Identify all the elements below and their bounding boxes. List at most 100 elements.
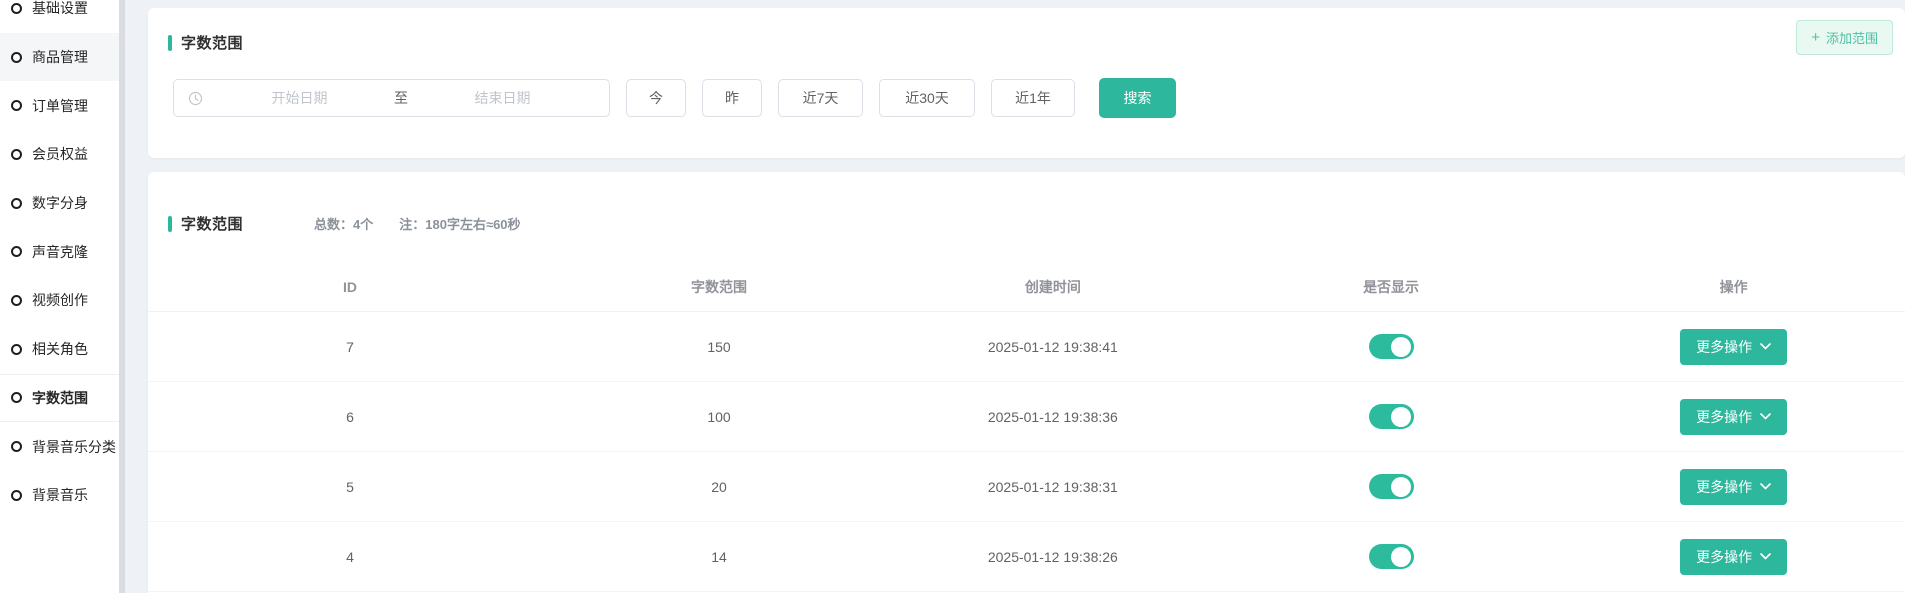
sidebar-item-digital-avatar[interactable]: 数字分身 <box>0 179 125 228</box>
circle-icon <box>11 198 22 209</box>
sidebar-item-basic-settings[interactable]: 基础设置 <box>0 0 125 33</box>
visibility-toggle[interactable] <box>1369 404 1414 429</box>
date-separator: 至 <box>392 88 410 108</box>
cell-created-at: 2025-01-12 19:38:26 <box>886 549 1220 565</box>
toggle-knob <box>1391 477 1411 497</box>
toggle-knob <box>1391 407 1411 427</box>
circle-icon <box>11 344 22 355</box>
sidebar-item-label: 相关角色 <box>32 339 88 359</box>
quick-range-yesterday[interactable]: 昨 <box>702 79 762 117</box>
circle-icon <box>11 295 22 306</box>
cell-id: 7 <box>148 339 552 355</box>
end-date-input[interactable] <box>410 90 595 106</box>
circle-icon <box>11 100 22 111</box>
chevron-down-icon <box>1760 553 1771 560</box>
circle-icon <box>11 441 22 452</box>
title-accent-bar <box>168 35 172 51</box>
sidebar-item-label: 基础设置 <box>32 0 88 18</box>
circle-icon <box>11 392 22 403</box>
sidebar: 基础设置 商品管理 订单管理 会员权益 数字分身 声音克隆 <box>0 0 125 593</box>
list-title: 字数范围 <box>181 213 243 234</box>
filter-card-title: 字数范围 <box>168 32 243 53</box>
sidebar-item-label: 会员权益 <box>32 144 88 164</box>
visibility-toggle[interactable] <box>1369 474 1414 499</box>
list-card-title: 字数范围 总数：4个 注：180字左右≈60秒 <box>168 213 521 234</box>
quick-range-today[interactable]: 今 <box>626 79 686 117</box>
sidebar-item-voice-clone[interactable]: 声音克隆 <box>0 227 125 276</box>
cell-word-range: 150 <box>552 339 886 355</box>
list-summary: 总数：4个 注：180字左右≈60秒 <box>314 214 521 233</box>
column-header-created-at: 创建时间 <box>886 277 1220 297</box>
table-header-row: ID 字数范围 创建时间 是否显示 操作 <box>148 262 1905 312</box>
search-button[interactable]: 搜索 <box>1099 78 1176 118</box>
quick-range-last-7-days[interactable]: 近7天 <box>778 79 863 117</box>
more-actions-label: 更多操作 <box>1696 407 1752 427</box>
page-title: 字数范围 <box>181 32 243 53</box>
column-header-visible: 是否显示 <box>1220 277 1563 297</box>
more-actions-button[interactable]: 更多操作 <box>1680 469 1787 505</box>
add-range-label: 添加范围 <box>1826 28 1878 47</box>
circle-icon <box>11 3 22 14</box>
circle-icon <box>11 149 22 160</box>
filter-card: 字数范围 + 添加范围 至 今 <box>148 8 1905 158</box>
sidebar-item-label: 字数范围 <box>32 388 88 408</box>
cell-word-range: 100 <box>552 409 886 425</box>
sidebar-item-product-management[interactable]: 商品管理 <box>0 33 125 82</box>
sidebar-item-related-roles[interactable]: 相关角色 <box>0 325 125 374</box>
quick-range-last-30-days[interactable]: 近30天 <box>879 79 975 117</box>
start-date-input[interactable] <box>207 90 392 106</box>
more-actions-label: 更多操作 <box>1696 547 1752 567</box>
cell-id: 4 <box>148 549 552 565</box>
add-range-button[interactable]: + 添加范围 <box>1796 20 1893 55</box>
visibility-toggle[interactable] <box>1369 544 1414 569</box>
more-actions-button[interactable]: 更多操作 <box>1680 399 1787 435</box>
circle-icon <box>11 246 22 257</box>
quick-range-last-1-year[interactable]: 近1年 <box>991 79 1075 117</box>
cell-created-at: 2025-01-12 19:38:41 <box>886 339 1220 355</box>
word-range-table: ID 字数范围 创建时间 是否显示 操作 7 150 2025-01-12 19… <box>148 262 1905 592</box>
table-row: 7 150 2025-01-12 19:38:41 更多操作 <box>148 312 1905 382</box>
plus-icon: + <box>1811 30 1820 45</box>
toggle-knob <box>1391 337 1411 357</box>
sidebar-item-video-creation[interactable]: 视频创作 <box>0 276 125 325</box>
chevron-down-icon <box>1760 413 1771 420</box>
visibility-toggle[interactable] <box>1369 334 1414 359</box>
sidebar-item-label: 订单管理 <box>32 96 88 116</box>
circle-icon <box>11 490 22 501</box>
table-row: 5 20 2025-01-12 19:38:31 更多操作 <box>148 452 1905 522</box>
cell-word-range: 20 <box>552 479 886 495</box>
sidebar-item-label: 视频创作 <box>32 290 88 310</box>
cell-id: 6 <box>148 409 552 425</box>
sidebar-scrollbar[interactable] <box>119 0 125 593</box>
chevron-down-icon <box>1760 483 1771 490</box>
chevron-down-icon <box>1760 343 1771 350</box>
column-header-actions: 操作 <box>1562 277 1905 297</box>
table-row: 4 14 2025-01-12 19:38:26 更多操作 <box>148 522 1905 592</box>
list-card: 字数范围 总数：4个 注：180字左右≈60秒 ID 字数范围 创建时间 是否显… <box>148 172 1905 593</box>
toggle-knob <box>1391 547 1411 567</box>
sidebar-item-member-benefits[interactable]: 会员权益 <box>0 130 125 179</box>
cell-id: 5 <box>148 479 552 495</box>
sidebar-item-bgm-category[interactable]: 背景音乐分类 <box>0 422 125 471</box>
column-header-word-range: 字数范围 <box>552 277 886 297</box>
table-row: 6 100 2025-01-12 19:38:36 更多操作 <box>148 382 1905 452</box>
sidebar-item-label: 背景音乐 <box>32 485 88 505</box>
sidebar-item-label: 背景音乐分类 <box>32 437 116 457</box>
sidebar-item-label: 商品管理 <box>32 47 88 67</box>
sidebar-item-label: 声音克隆 <box>32 242 88 262</box>
more-actions-label: 更多操作 <box>1696 477 1752 497</box>
sidebar-item-bgm[interactable]: 背景音乐 <box>0 471 125 520</box>
date-range-picker[interactable]: 至 <box>173 79 610 117</box>
sidebar-item-label: 数字分身 <box>32 193 88 213</box>
cell-created-at: 2025-01-12 19:38:31 <box>886 479 1220 495</box>
more-actions-button[interactable]: 更多操作 <box>1680 329 1787 365</box>
cell-word-range: 14 <box>552 549 886 565</box>
sidebar-menu: 基础设置 商品管理 订单管理 会员权益 数字分身 声音克隆 <box>0 0 125 520</box>
clock-icon <box>188 91 203 106</box>
total-count-label: 总数：4个 <box>314 214 373 233</box>
sidebar-item-word-range[interactable]: 字数范围 <box>0 374 125 423</box>
sidebar-item-order-management[interactable]: 订单管理 <box>0 81 125 130</box>
cell-created-at: 2025-01-12 19:38:36 <box>886 409 1220 425</box>
column-header-id: ID <box>148 279 552 295</box>
more-actions-button[interactable]: 更多操作 <box>1680 539 1787 575</box>
